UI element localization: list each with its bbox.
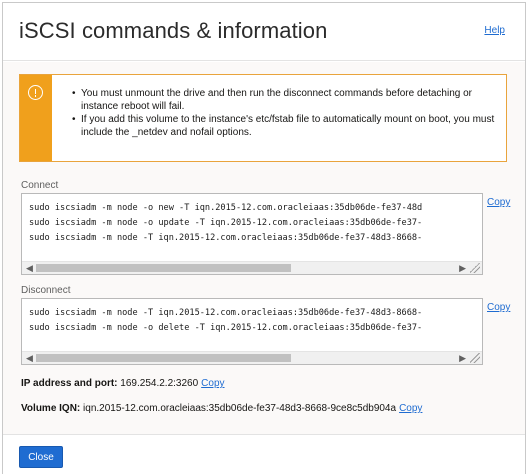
resize-grip-icon[interactable] [470, 353, 480, 363]
command-line: sudo iscsiadm -m node -T iqn.2015-12.com… [29, 233, 423, 243]
connect-commands-text[interactable]: sudo iscsiadm -m node -o new -T iqn.2015… [22, 194, 482, 261]
scroll-left-icon[interactable]: ◀ [26, 353, 33, 364]
dialog-footer: Close [3, 434, 525, 475]
scroll-thumb[interactable] [36, 354, 291, 362]
ip-address-copy-link[interactable]: Copy [201, 378, 224, 389]
warning-message: You must unmount the drive and then run … [72, 87, 498, 113]
disconnect-copy-link[interactable]: Copy [487, 302, 510, 313]
connect-commands-box[interactable]: sudo iscsiadm -m node -o new -T iqn.2015… [21, 193, 483, 275]
disconnect-label: Disconnect [21, 285, 71, 296]
warning-message: If you add this volume to the instance's… [72, 113, 498, 139]
warning-box: You must unmount the drive and then run … [19, 74, 507, 162]
volume-iqn-label: Volume IQN: [21, 403, 81, 414]
connect-copy-link[interactable]: Copy [487, 197, 510, 208]
volume-iqn-copy-link[interactable]: Copy [399, 403, 422, 414]
volume-iqn-value: iqn.2015-12.com.oracleiaas:35db06de-fe37… [83, 403, 397, 414]
command-line: sudo iscsiadm -m node -T iqn.2015-12.com… [29, 308, 423, 318]
ip-address-value: 169.254.2.2:3260 [120, 378, 199, 389]
resize-grip-icon[interactable] [470, 263, 480, 273]
volume-iqn-row: Volume IQN: iqn.2015-12.com.oracleiaas:3… [21, 403, 422, 414]
connect-horizontal-scrollbar[interactable]: ◀ ▶ [22, 261, 482, 274]
dialog-title: iSCSI commands & information [19, 18, 328, 43]
warning-list: You must unmount the drive and then run … [72, 87, 498, 139]
iscsi-dialog: iSCSI commands & information Help You mu… [2, 2, 526, 475]
dialog-body: You must unmount the drive and then run … [3, 62, 525, 434]
disconnect-commands-box[interactable]: sudo iscsiadm -m node -T iqn.2015-12.com… [21, 298, 483, 365]
help-link[interactable]: Help [484, 25, 505, 36]
warning-bar [20, 75, 52, 161]
command-line: sudo iscsiadm -m node -o update -T iqn.2… [29, 218, 423, 228]
dialog-header: iSCSI commands & information Help [3, 3, 525, 61]
scroll-right-icon[interactable]: ▶ [459, 353, 466, 364]
ip-address-label: IP address and port: [21, 378, 118, 389]
scroll-thumb[interactable] [36, 264, 291, 272]
scroll-right-icon[interactable]: ▶ [459, 263, 466, 274]
close-button[interactable]: Close [19, 446, 63, 468]
ip-address-row: IP address and port: 169.254.2.2:3260 Cop… [21, 378, 225, 389]
command-line: sudo iscsiadm -m node -o new -T iqn.2015… [29, 203, 423, 213]
disconnect-horizontal-scrollbar[interactable]: ◀ ▶ [22, 351, 482, 364]
command-line: sudo iscsiadm -m node -o delete -T iqn.2… [29, 323, 423, 333]
exclamation-circle-icon [28, 85, 43, 100]
disconnect-commands-text[interactable]: sudo iscsiadm -m node -T iqn.2015-12.com… [22, 299, 482, 351]
scroll-left-icon[interactable]: ◀ [26, 263, 33, 274]
connect-label: Connect [21, 180, 59, 191]
